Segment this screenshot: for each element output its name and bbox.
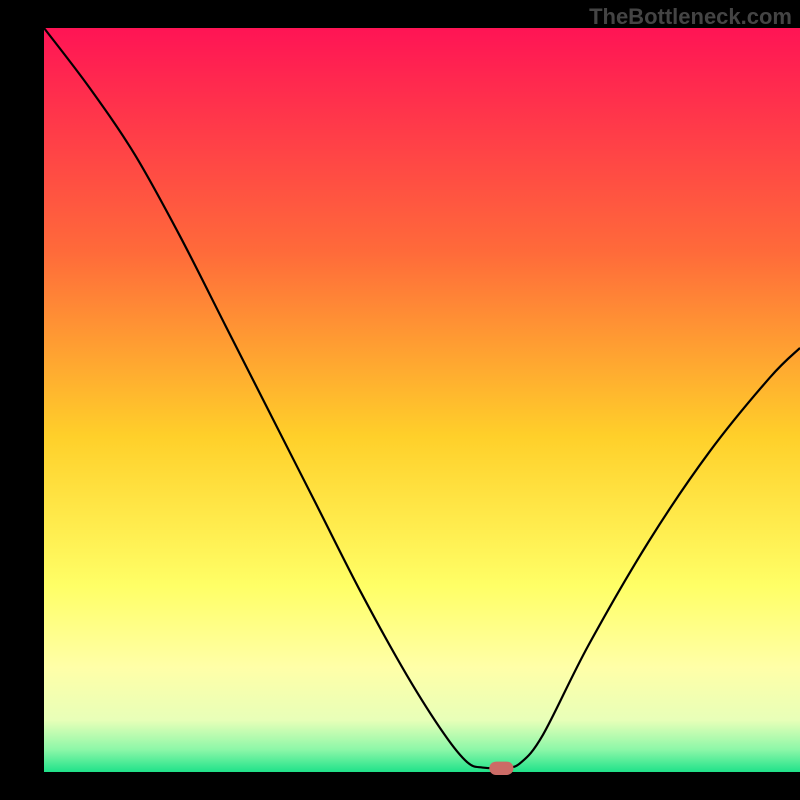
- chart-container: TheBottleneck.com: [0, 0, 800, 800]
- bottleneck-chart: [0, 0, 800, 800]
- gradient-background: [44, 28, 800, 772]
- optimal-marker: [489, 762, 513, 775]
- watermark-text: TheBottleneck.com: [589, 4, 792, 30]
